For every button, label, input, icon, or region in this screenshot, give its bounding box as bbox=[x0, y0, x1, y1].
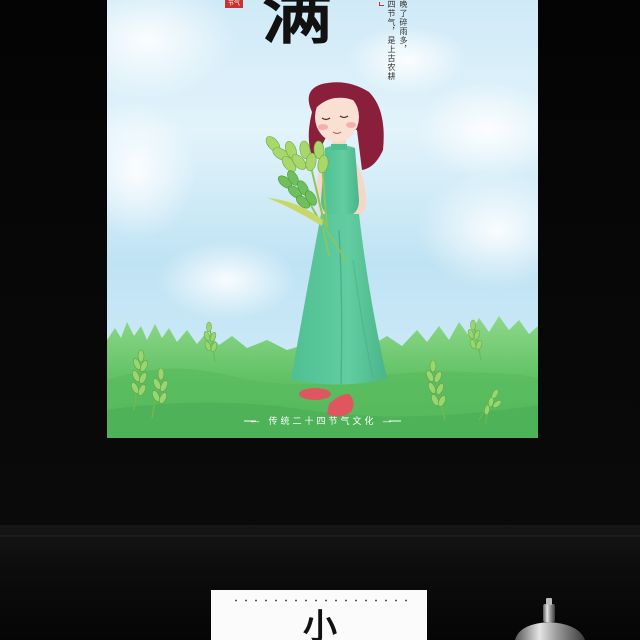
poster-preview-card: 小 bbox=[211, 590, 427, 640]
dotted-divider bbox=[231, 599, 411, 602]
red-bracket-mark bbox=[379, 2, 384, 6]
floor-edge bbox=[0, 535, 640, 537]
solar-term-poster: 节气 满 晚了碎雨多， 四节气，是上古农耕 — 传统二十四节气文化 — bbox=[107, 0, 538, 438]
preview-title-character: 小 bbox=[303, 607, 337, 640]
seal-stamp: 节气 bbox=[225, 0, 243, 8]
poster-footer-text: — 传统二十四节气文化 — bbox=[250, 417, 395, 427]
spray-bottle-icon bbox=[515, 598, 585, 640]
vertical-text-column-2: 四节气，是上古农耕 bbox=[387, 0, 396, 81]
mockup-scene: 节气 满 晚了碎雨多， 四节气，是上古农耕 — 传统二十四节气文化 — 小 bbox=[0, 0, 640, 640]
poster-title-character: 满 bbox=[262, 0, 332, 54]
poster-illustration bbox=[107, 0, 538, 438]
vertical-text-column-1: 晚了碎雨多， bbox=[399, 0, 408, 54]
